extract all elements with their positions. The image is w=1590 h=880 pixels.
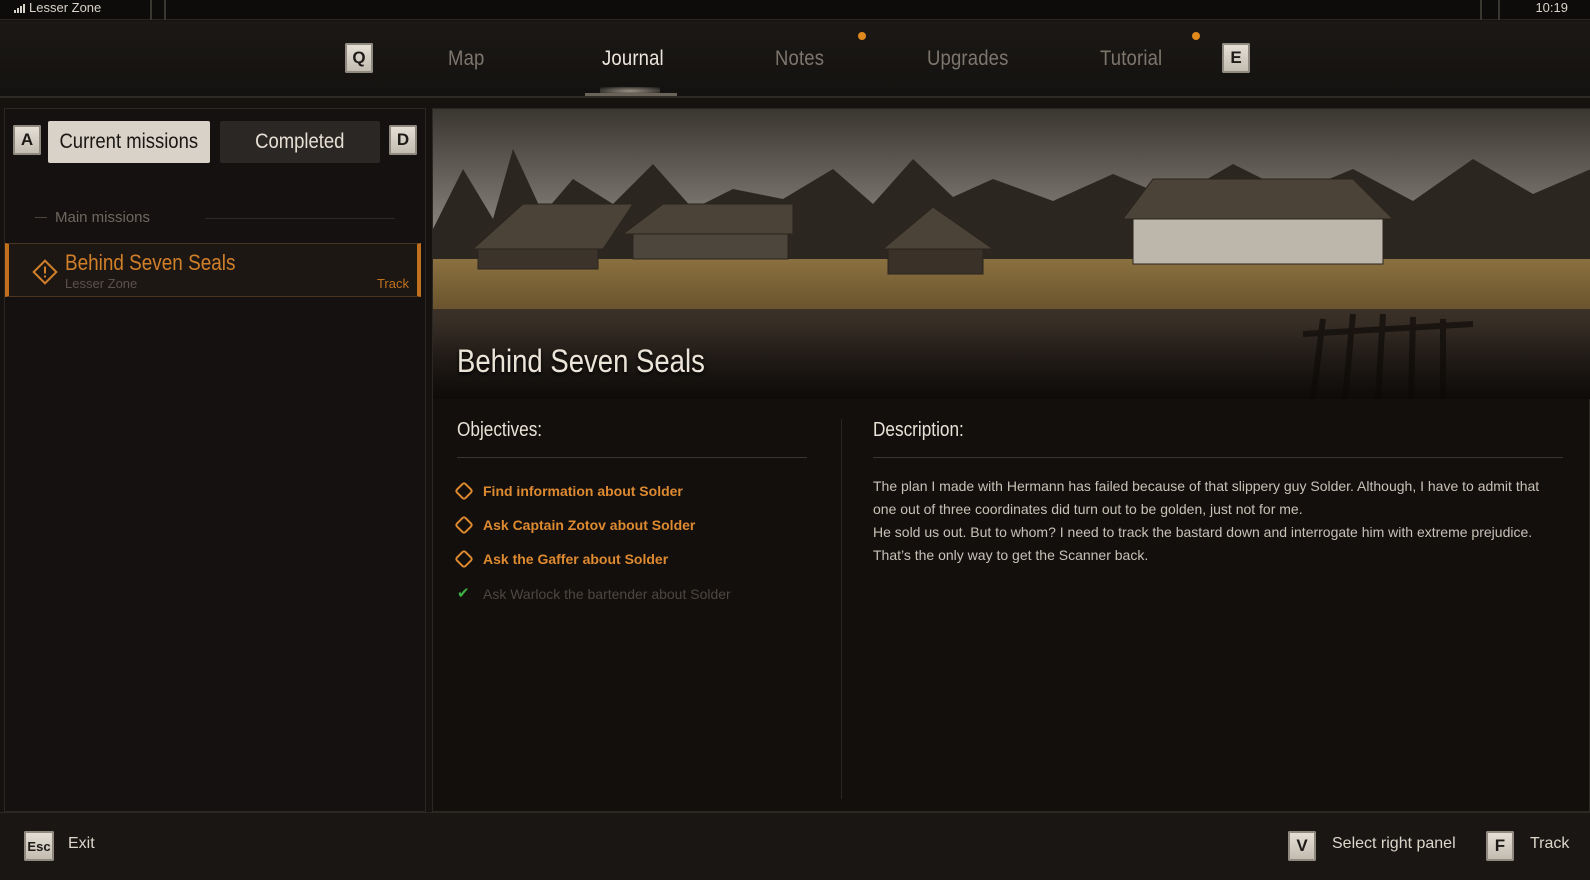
v-key[interactable]: V [1288, 831, 1316, 861]
mission-title: Behind Seven Seals [65, 250, 236, 275]
section-divider [205, 218, 395, 219]
mission-description: The plan I made with Hermann has failed … [873, 475, 1563, 567]
status-ornament [1480, 0, 1500, 20]
select-right-panel-label[interactable]: Select right panel [1332, 835, 1456, 853]
mission-list-panel: A Current missions Completed D Main miss… [4, 108, 426, 812]
active-tab-underline [585, 93, 677, 96]
description-rule [873, 457, 1563, 458]
f-key[interactable]: F [1486, 831, 1514, 861]
objectives-rule [457, 457, 807, 458]
status-zone: Lesser Zone [14, 0, 101, 15]
description-paragraph: The plan I made with Hermann has failed … [873, 478, 1540, 517]
objective-item: Find information about Solder [454, 481, 683, 501]
mission-track-link[interactable]: Track [377, 276, 409, 291]
tab-journal[interactable]: Journal [602, 47, 664, 71]
current-missions-label: Current missions [59, 130, 199, 153]
mission-detail-panel: Behind Seven Seals Objectives: Descripti… [432, 108, 1590, 812]
track-label[interactable]: Track [1530, 835, 1569, 853]
tab-tutorial[interactable]: Tutorial [1100, 47, 1162, 71]
checkmark-icon: ✔ [457, 585, 470, 602]
tab-map[interactable]: Map [448, 47, 484, 71]
warning-diamond-icon [32, 259, 58, 285]
exit-label[interactable]: Exit [68, 835, 95, 853]
next-filter-key[interactable]: D [389, 125, 417, 155]
mission-banner-image: Behind Seven Seals [433, 109, 1590, 399]
tab-notes[interactable]: Notes [775, 47, 824, 71]
tab-upgrades[interactable]: Upgrades [927, 47, 1009, 71]
main-missions-header: Main missions [35, 209, 150, 226]
objective-pending-icon [454, 549, 474, 569]
bottom-hint-bar: Esc Exit V Select right panel F Track [0, 812, 1590, 880]
top-tab-bar: Q Map Journal Notes Upgrades Tutorial E [0, 21, 1590, 98]
objective-item: Ask Captain Zotov about Solder [454, 515, 696, 535]
prev-tab-key[interactable]: Q [345, 43, 373, 73]
clock: 10:19 [1535, 0, 1568, 15]
zone-label: Lesser Zone [29, 0, 102, 15]
completed-button[interactable]: Completed [220, 121, 380, 163]
objective-item-completed: ✔ Ask Warlock the bartender about Solder [457, 586, 731, 602]
objectives-header: Objectives: [457, 419, 543, 441]
objective-text: Ask Captain Zotov about Solder [483, 517, 696, 533]
esc-key[interactable]: Esc [24, 831, 54, 861]
next-tab-key[interactable]: E [1222, 43, 1250, 73]
mission-detail-title: Behind Seven Seals [457, 343, 705, 379]
notes-notification-dot [858, 32, 866, 40]
column-divider [841, 419, 842, 799]
signal-icon [14, 3, 25, 13]
status-bar: Lesser Zone 10:19 [0, 0, 1590, 20]
prev-filter-key[interactable]: A [13, 125, 41, 155]
description-paragraph: He sold us out. But to whom? I need to t… [873, 524, 1533, 563]
tutorial-notification-dot [1192, 32, 1200, 40]
mission-location: Lesser Zone [65, 276, 138, 291]
objective-text: Ask the Gaffer about Solder [483, 551, 669, 567]
main-missions-label: Main missions [55, 209, 151, 226]
objective-pending-icon [454, 481, 474, 501]
mission-item[interactable]: Behind Seven Seals Lesser Zone Track [5, 243, 421, 297]
objective-text: Find information about Solder [483, 483, 683, 499]
completed-label: Completed [255, 130, 345, 153]
description-header: Description: [873, 419, 964, 441]
objective-text: Ask Warlock the bartender about Solder [483, 586, 731, 602]
status-ornament [150, 0, 166, 20]
objective-item: Ask the Gaffer about Solder [454, 549, 669, 569]
current-missions-button[interactable]: Current missions [48, 121, 210, 163]
objective-pending-icon [454, 515, 474, 535]
